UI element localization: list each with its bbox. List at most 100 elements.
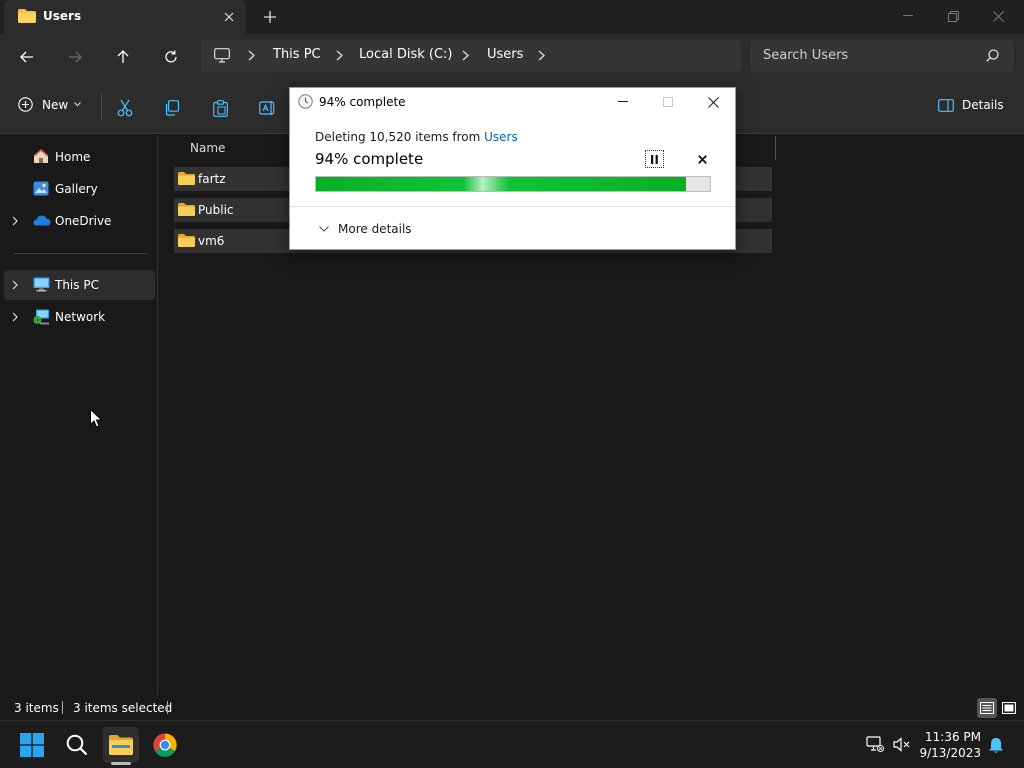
plus-circle-icon: [18, 97, 33, 112]
breadcrumb-users[interactable]: Users: [487, 47, 523, 62]
chevron-right-icon[interactable]: [12, 215, 18, 229]
gallery-icon: [33, 181, 49, 199]
sidebar-item-home[interactable]: Home: [4, 142, 155, 172]
tiles-view-button[interactable]: [999, 698, 1019, 718]
close-icon: [224, 12, 234, 22]
progress-bar-fill: [316, 177, 687, 191]
taskbar: 11:36 PM 9/13/2023: [0, 720, 1024, 768]
address-bar[interactable]: This PC Local Disk (C:) Users: [201, 40, 741, 72]
folder-icon: [178, 203, 195, 219]
chevron-right-icon[interactable]: [336, 50, 343, 64]
system-clock[interactable]: 11:36 PM 9/13/2023: [918, 729, 981, 761]
this-pc-icon: [33, 277, 50, 295]
refresh-button[interactable]: [155, 42, 187, 72]
status-divider: [167, 701, 168, 714]
sidebar-item-gallery[interactable]: Gallery: [4, 174, 155, 204]
navigation-pane: Home Gallery OneDrive This PC Network: [0, 135, 158, 695]
dialog-minimize-button[interactable]: [608, 90, 638, 114]
search-icon[interactable]: [986, 49, 999, 65]
notification-bell-icon[interactable]: [988, 737, 1004, 757]
toolbar-divider: [101, 94, 102, 120]
breadcrumb-local-disk[interactable]: Local Disk (C:): [359, 47, 452, 62]
search-button[interactable]: [59, 727, 95, 763]
sidebar-item-this-pc[interactable]: This PC: [4, 270, 155, 300]
close-window-button[interactable]: [976, 2, 1020, 30]
dialog-message-text: Deleting 10,520 items from: [315, 130, 485, 144]
pause-button[interactable]: [645, 150, 664, 168]
search-box[interactable]: Search Users: [750, 40, 1014, 72]
cancel-operation-button[interactable]: [693, 150, 711, 168]
dialog-title-bar[interactable]: 94% complete: [290, 88, 735, 116]
rename-button[interactable]: [257, 97, 279, 119]
file-name: vm6: [198, 234, 225, 248]
chrome-icon: [153, 733, 177, 757]
new-tab-button[interactable]: [258, 5, 282, 29]
more-details-label: More details: [338, 222, 412, 236]
arrow-left-icon: [20, 51, 33, 63]
chevron-down-icon: [74, 102, 82, 107]
chevron-right-icon[interactable]: [12, 311, 18, 325]
new-button[interactable]: New: [18, 97, 82, 112]
search-icon: [66, 734, 88, 756]
cut-button[interactable]: [114, 97, 136, 119]
dialog-close-button[interactable]: [698, 90, 728, 114]
up-button[interactable]: [107, 42, 139, 72]
copy-button[interactable]: [161, 97, 183, 119]
taskbar-file-explorer[interactable]: [103, 727, 139, 763]
navigation-bar: This PC Local Disk (C:) Users Search Use…: [0, 34, 1024, 80]
sidebar-item-label: This PC: [55, 278, 99, 292]
restore-button[interactable]: [931, 2, 975, 30]
refresh-icon: [165, 50, 177, 63]
forward-button[interactable]: [59, 42, 91, 72]
list-view-icon: [980, 702, 994, 714]
clock-icon: [298, 94, 313, 112]
start-button[interactable]: [14, 727, 50, 763]
details-button[interactable]: Details: [938, 98, 1004, 112]
details-view-button[interactable]: [977, 698, 997, 718]
file-name: fartz: [198, 172, 226, 186]
sidebar-item-network[interactable]: Network: [4, 302, 155, 332]
search-input[interactable]: Search Users: [763, 48, 848, 63]
close-icon: [992, 10, 1004, 22]
more-details-toggle[interactable]: More details: [319, 222, 412, 236]
close-icon: [707, 96, 719, 108]
back-button[interactable]: [11, 42, 43, 72]
dialog-maximize-button[interactable]: [653, 90, 683, 114]
tab-users[interactable]: Users: [4, 0, 246, 34]
chevron-right-icon[interactable]: [248, 50, 255, 64]
file-name: Public: [198, 203, 234, 217]
taskbar-chrome[interactable]: [147, 727, 183, 763]
chevron-right-icon[interactable]: [462, 50, 469, 64]
clock-time: 11:36 PM: [925, 730, 981, 744]
tab-close-button[interactable]: [218, 6, 240, 28]
volume-muted-icon[interactable]: [893, 737, 911, 755]
column-header-name[interactable]: Name: [190, 141, 225, 155]
item-count: 3 items: [14, 701, 59, 715]
dialog-divider: [290, 206, 735, 207]
tab-title: Users: [43, 9, 82, 23]
tiles-view-icon: [1002, 702, 1016, 714]
column-divider[interactable]: [775, 136, 776, 160]
copy-icon: [165, 100, 180, 116]
monitor-icon: [214, 48, 230, 66]
source-folder-link[interactable]: Users: [484, 130, 518, 144]
sidebar-item-onedrive[interactable]: OneDrive: [4, 206, 155, 236]
chevron-right-icon[interactable]: [12, 279, 18, 293]
close-icon: [697, 154, 707, 164]
paste-button[interactable]: [209, 97, 231, 119]
folder-icon: [178, 234, 195, 250]
progress-status-text: 94% complete: [315, 150, 424, 168]
mouse-cursor-icon: [90, 408, 103, 431]
title-bar: Users: [0, 0, 1024, 34]
sidebar-item-label: Gallery: [55, 182, 98, 196]
onedrive-icon: [33, 215, 51, 229]
chevron-right-icon[interactable]: [538, 50, 545, 64]
minimize-button[interactable]: [886, 2, 930, 30]
dialog-message: Deleting 10,520 items from Users: [315, 130, 518, 144]
breadcrumb-this-pc[interactable]: This PC: [273, 47, 321, 62]
delete-progress-dialog: 94% complete Deleting 10,520 items from …: [289, 87, 736, 250]
file-explorer-icon: [109, 735, 133, 755]
clock-date: 9/13/2023: [919, 746, 981, 760]
scissors-icon: [117, 99, 133, 117]
network-disconnected-icon[interactable]: [866, 736, 884, 755]
